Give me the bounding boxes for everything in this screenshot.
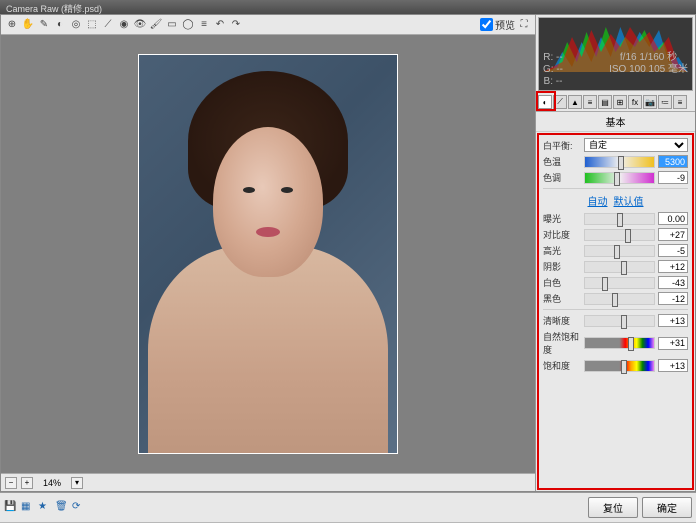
grad-filter-icon[interactable]: ▭ [165, 18, 179, 32]
tab-menu[interactable]: ≡ [673, 95, 687, 109]
shadows-input[interactable] [658, 260, 688, 273]
redeye-icon[interactable]: 👁 [133, 18, 147, 32]
zoom-bar: − + 14% ▾ [1, 473, 535, 491]
sync-icon[interactable]: ⟳ [72, 501, 86, 515]
trash-icon[interactable]: 🗑 [55, 501, 69, 515]
spot-removal-icon[interactable]: ◉ [117, 18, 131, 32]
rotate-ccw-icon[interactable]: ↶ [213, 18, 227, 32]
saturation-input[interactable] [658, 359, 688, 372]
tab-detail[interactable]: ▲ [568, 95, 582, 109]
contrast-input[interactable] [658, 228, 688, 241]
radial-filter-icon[interactable]: ◯ [181, 18, 195, 32]
tint-slider[interactable] [584, 172, 655, 184]
zoom-tool-icon[interactable]: ⊕ [5, 18, 19, 32]
fullscreen-icon[interactable]: ⛶ [517, 18, 531, 32]
tab-basic[interactable]: ◐ [538, 95, 552, 109]
color-sampler-icon[interactable]: ◐ [53, 18, 67, 32]
straighten-icon[interactable]: ⟋ [101, 18, 115, 32]
temp-slider[interactable] [584, 156, 655, 168]
vibrance-input[interactable] [658, 337, 688, 350]
histogram[interactable]: R: --G: --B: -- f/16 1/160 秒ISO 100 105 … [538, 17, 693, 91]
hand-tool-icon[interactable]: ✋ [21, 18, 35, 32]
default-link[interactable]: 默认值 [614, 197, 644, 208]
panel-title: 基本 [536, 112, 695, 132]
prefs-icon[interactable]: ≡ [197, 18, 211, 32]
tab-lens[interactable]: ⊞ [613, 95, 627, 109]
contrast-slider[interactable] [584, 229, 655, 241]
histo-exif: f/16 1/160 秒ISO 100 105 毫米 [609, 52, 688, 88]
zoom-value[interactable]: 14% [37, 478, 67, 488]
rotate-cw-icon[interactable]: ↷ [229, 18, 243, 32]
adjust-brush-icon[interactable]: 🖌 [149, 18, 163, 32]
footer: 💾 ▦ ★ 🗑 ⟳ 复位 确定 [0, 492, 696, 522]
tab-fx[interactable]: fx [628, 95, 642, 109]
panel-tabs: ◐ ⟋ ▲ ≡ ▤ ⊞ fx 📷 ≔ ≡ [536, 93, 695, 112]
wb-select[interactable]: 自定 [584, 138, 688, 152]
preview-checkbox[interactable]: 预览 [480, 17, 515, 32]
left-pane: ⊕ ✋ ✎ ◐ ◎ ⬚ ⟋ ◉ 👁 🖌 ▭ ◯ ≡ ↶ ↷ 预览 ⛶ − + 1… [1, 15, 535, 491]
star-icon[interactable]: ★ [38, 501, 52, 515]
temp-input[interactable] [658, 155, 688, 168]
tab-curve[interactable]: ⟋ [553, 95, 567, 109]
auto-link[interactable]: 自动 [588, 197, 608, 208]
main-area: ⊕ ✋ ✎ ◐ ◎ ⬚ ⟋ ◉ 👁 🖌 ▭ ◯ ≡ ↶ ↷ 预览 ⛶ − + 1… [0, 14, 696, 492]
crop-tool-icon[interactable]: ⬚ [85, 18, 99, 32]
top-toolbar: ⊕ ✋ ✎ ◐ ◎ ⬚ ⟋ ◉ 👁 🖌 ▭ ◯ ≡ ↶ ↷ 预览 ⛶ [1, 15, 535, 35]
wb-tool-icon[interactable]: ✎ [37, 18, 51, 32]
whites-slider[interactable] [584, 277, 655, 289]
footer-icons: 💾 ▦ ★ 🗑 ⟳ [4, 501, 86, 515]
whites-input[interactable] [658, 276, 688, 289]
tab-hsl[interactable]: ≡ [583, 95, 597, 109]
target-adjust-icon[interactable]: ◎ [69, 18, 83, 32]
clarity-slider[interactable] [584, 315, 655, 327]
tab-split[interactable]: ▤ [598, 95, 612, 109]
reset-button[interactable]: 复位 [588, 497, 638, 518]
exposure-slider[interactable] [584, 213, 655, 225]
saturation-slider[interactable] [584, 360, 655, 372]
tab-presets[interactable]: ≔ [658, 95, 672, 109]
save-icon[interactable]: 💾 [4, 501, 18, 515]
tab-camera[interactable]: 📷 [643, 95, 657, 109]
histo-rgb: R: --G: --B: -- [543, 52, 563, 88]
exposure-input[interactable] [658, 212, 688, 225]
grid-icon[interactable]: ▦ [21, 501, 35, 515]
blacks-slider[interactable] [584, 293, 655, 305]
shadows-slider[interactable] [584, 261, 655, 273]
image-preview[interactable] [1, 35, 535, 473]
basic-panel: 白平衡: 自定 色温 色调 自动默认值 曝光 对比度 高光 阴影 白色 黑色 清… [537, 133, 694, 490]
wb-label: 白平衡: [543, 139, 581, 152]
vibrance-slider[interactable] [584, 337, 655, 349]
zoom-in-button[interactable]: + [21, 477, 33, 489]
right-panel: R: --G: --B: -- f/16 1/160 秒ISO 100 105 … [535, 15, 695, 491]
blacks-input[interactable] [658, 292, 688, 305]
clarity-input[interactable] [658, 314, 688, 327]
done-button[interactable]: 确定 [642, 497, 692, 518]
highlights-input[interactable] [658, 244, 688, 257]
tint-input[interactable] [658, 171, 688, 184]
window-title: Camera Raw (精修.psd) [0, 0, 696, 14]
zoom-out-button[interactable]: − [5, 477, 17, 489]
highlights-slider[interactable] [584, 245, 655, 257]
zoom-menu-button[interactable]: ▾ [71, 477, 83, 489]
